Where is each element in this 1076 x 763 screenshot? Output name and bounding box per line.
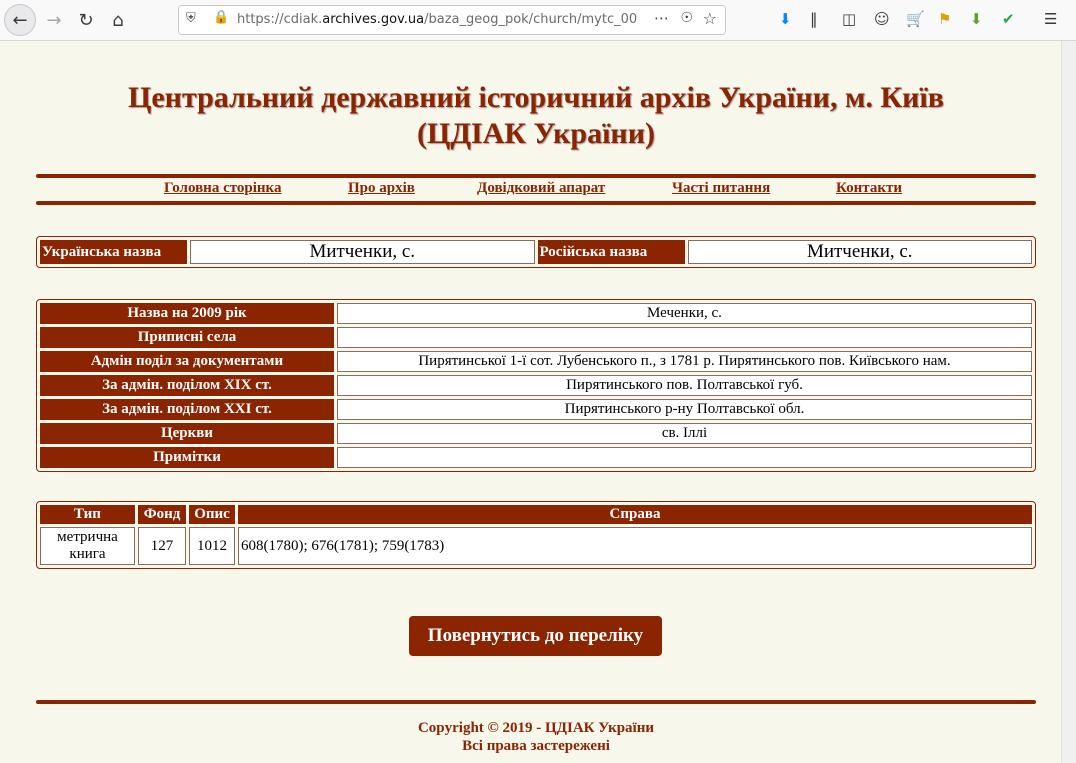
detail-value: Пирятинської 1-ї сот. Лубенського п., з … <box>337 351 1032 372</box>
records-table: Тип Фонд Опис Справа метрична книга 127 … <box>36 501 1036 569</box>
account-icon[interactable]: ☺ <box>874 10 890 28</box>
page-title: Центральний державний історичний архів У… <box>128 81 944 150</box>
page-actions-icon[interactable]: ⋯ <box>654 9 669 27</box>
nav-link-about[interactable]: Про архів <box>348 180 415 197</box>
table-row: За адмін. поділом ХХІ ст. Пирятинського … <box>40 399 1032 420</box>
rus-name-value: Митченки, с. <box>687 240 1032 264</box>
nav-link-reference[interactable]: Довідковий апарат <box>477 180 605 197</box>
back-arrow-icon[interactable]: ← <box>4 4 36 36</box>
page-content: Центральний державний історичний архів У… <box>0 41 1062 763</box>
detail-value <box>337 327 1032 348</box>
detail-label: Церкви <box>40 423 334 444</box>
detail-value: Пирятинського пов. Полтавської губ. <box>337 375 1032 396</box>
pocket-icon[interactable]: ☉ <box>680 10 693 26</box>
detail-value: Меченки, с. <box>337 303 1032 324</box>
sidebar-icon[interactable]: ◫ <box>842 10 856 28</box>
extension-download-icon[interactable]: ⬇ <box>970 10 983 28</box>
nav-link-home[interactable]: Головна сторінка <box>164 180 281 197</box>
detail-label: За адмін. поділом ХХІ ст. <box>40 399 334 420</box>
detail-label: Приписні села <box>40 327 334 348</box>
table-row: Церкви св. Іллі <box>40 423 1032 444</box>
table-row: метрична книга 127 1012 608(1780); 676(1… <box>40 527 1032 565</box>
detail-label: За адмін. поділом ХІХ ст. <box>40 375 334 396</box>
browser-toolbar: ← → ↻ ⌂ ⛨ 🔒 https://cdiak.archives.gov.u… <box>0 0 1076 41</box>
record-type: метрична книга <box>40 527 135 565</box>
detail-value <box>337 447 1032 468</box>
table-row: Примітки <box>40 447 1032 468</box>
record-sprava: 608(1780); 676(1781); 759(1783) <box>238 527 1032 565</box>
footer-rule <box>36 700 1036 704</box>
address-bar[interactable]: ⛨ 🔒 https://cdiak.archives.gov.ua/baza_g… <box>178 5 726 35</box>
records-header-opys: Опис <box>189 505 235 524</box>
main-nav: Головна сторінка Про архів Довідковий ап… <box>36 180 1036 200</box>
rights-text: Всі права застережені <box>462 738 610 754</box>
table-row: За адмін. поділом ХІХ ст. Пирятинського … <box>40 375 1032 396</box>
table-row: Назва на 2009 рік Меченки, с. <box>40 303 1032 324</box>
detail-value: Пирятинського р-ну Полтавської обл. <box>337 399 1032 420</box>
detail-label: Примітки <box>40 447 334 468</box>
back-to-list-button[interactable]: Повернутись до переліку <box>409 616 662 656</box>
extension-check-icon[interactable]: ✔ <box>1002 10 1015 28</box>
record-opys: 1012 <box>189 527 235 565</box>
record-fond: 127 <box>138 527 186 565</box>
page-scrollbar[interactable] <box>1061 41 1076 763</box>
rus-name-label: Російська назва <box>537 240 685 264</box>
shield-icon[interactable]: ⛨ <box>186 11 196 26</box>
home-icon[interactable]: ⌂ <box>104 6 132 34</box>
records-header-type: Тип <box>40 505 135 524</box>
forward-arrow-icon[interactable]: → <box>40 6 68 34</box>
download-icon[interactable]: ⬇ <box>779 10 792 28</box>
url-text[interactable]: https://cdiak.archives.gov.ua/baza_geog_… <box>237 12 637 27</box>
names-table: Українська назва Митченки, с. Російська … <box>36 236 1036 268</box>
lock-icon[interactable]: 🔒 <box>213 10 229 25</box>
extension-flag-icon[interactable]: ⚑ <box>938 10 951 28</box>
nav-link-contacts[interactable]: Контакти <box>836 180 902 197</box>
reload-icon[interactable]: ↻ <box>72 6 100 34</box>
nav-link-faq[interactable]: Часті питання <box>672 180 770 197</box>
nav-top-rule <box>36 174 1036 178</box>
cart-icon[interactable]: 🛒 <box>906 10 925 28</box>
ukr-name-label: Українська назва <box>40 240 187 264</box>
menu-icon[interactable]: ☰ <box>1044 10 1057 28</box>
library-icon[interactable]: ‖ <box>810 10 818 28</box>
table-row: Приписні села <box>40 327 1032 348</box>
detail-label: Адмін поділ за документами <box>40 351 334 372</box>
table-row: Адмін поділ за документами Пирятинської … <box>40 351 1032 372</box>
nav-bottom-rule <box>36 201 1036 205</box>
records-header-fond: Фонд <box>138 505 186 524</box>
copyright-text: Copyright © 2019 - ЦДІАК України <box>417 720 655 736</box>
detail-label: Назва на 2009 рік <box>40 303 334 324</box>
records-header-sprava: Справа <box>238 505 1032 524</box>
ukr-name-value: Митченки, с. <box>190 240 535 264</box>
bookmark-star-icon[interactable]: ☆ <box>703 9 717 28</box>
details-table: Назва на 2009 рік Меченки, с. Приписні с… <box>36 299 1036 472</box>
detail-value: св. Іллі <box>337 423 1032 444</box>
footer: Copyright © 2019 - ЦДІАК України Всі пра… <box>36 719 1036 755</box>
